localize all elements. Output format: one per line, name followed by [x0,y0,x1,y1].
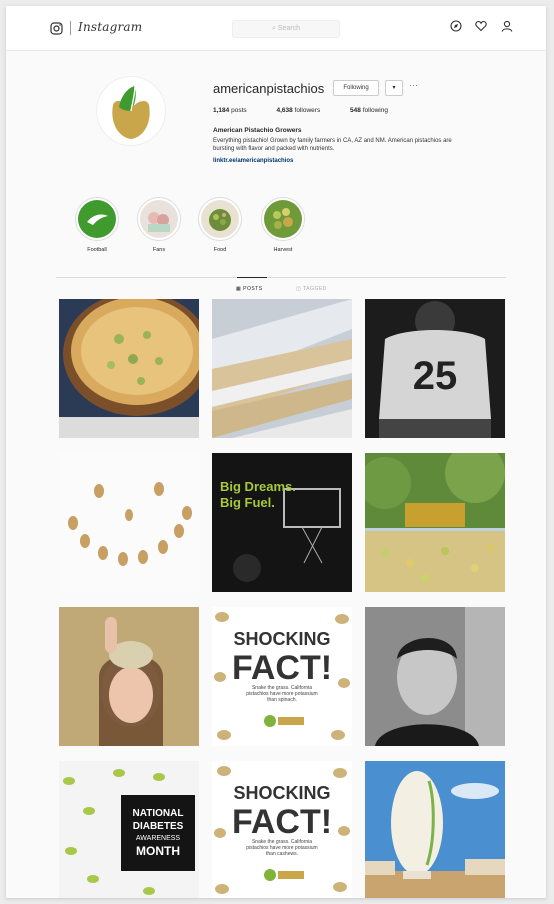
highlight-harvest[interactable]: Harvest [258,197,308,253]
profile-stats: 1,184 posts 4,638 followers 548 followin… [213,107,416,114]
search-input[interactable]: ⌕ Search [232,20,340,38]
big-dreams-text: Big Dreams. [220,479,296,494]
post-tile-woman[interactable] [59,607,199,746]
diabetes-awareness-graphic: NATIONAL DIABETES AWARENESS MONTH [59,761,199,898]
following-button[interactable]: Following [333,80,379,96]
pistachio-drying-photo [212,299,352,438]
fact-text: FACT! [232,649,332,687]
post-tile-diabetes[interactable]: NATIONAL DIABETES AWARENESS MONTH [59,761,199,898]
post-tile-shocking-fact-2[interactable]: SHOCKING FACT! Snake the grass. Californ… [212,761,352,898]
highlight-label: Football [87,247,107,253]
tab-posts[interactable]: ▦ POSTS [236,286,263,292]
nav-icons [450,20,522,38]
search-placeholder: Search [277,25,301,32]
orchard-harvest-photo [365,453,505,592]
big-fuel-text: Big Fuel. [220,495,275,510]
profile-link[interactable]: linktr.ee/americanpistachios [213,158,293,164]
diabetes-text: DIABETES [133,821,184,832]
fans-highlight-icon [140,200,178,238]
instagram-profile-page: Instagram ⌕ Search americanpistachios Fo… [6,6,546,898]
highlight-label: Fans [152,247,166,253]
followers-stat[interactable]: 4,638 followers [276,107,334,114]
food-highlight-icon [201,200,239,238]
shocking-fact-graphic-2: SHOCKING FACT! Snake the grass. Californ… [212,761,352,898]
shocking-fact-graphic: SHOCKING FACT! Snake the grass. Californ… [212,607,352,746]
tabs-divider [56,277,506,278]
fact-caption: Snake the grass. California pistachios h… [246,839,318,857]
profile-username: americanpistachios [213,81,325,96]
highlight-food[interactable]: Food [195,197,245,253]
tab-tagged[interactable]: ◫ TAGGED [296,286,327,292]
jersey-number: 25 [413,354,458,398]
search-icon: ⌕ [271,25,276,32]
highlight-label: Food [213,247,227,253]
fact-caption: Snake the grass. California pistachios h… [246,685,318,703]
camera-icon[interactable] [50,22,63,35]
pistachio-pie-photo [59,299,199,438]
football-highlight-icon [78,200,116,238]
tag-icon: ◫ [296,286,302,292]
football-player-photo: 25 [365,299,505,438]
post-tile-shocking-fact-1[interactable]: SHOCKING FACT! Snake the grass. Californ… [212,607,352,746]
post-tile-man-portrait[interactable] [365,607,505,746]
basketball-hoop-photo: Big Dreams. Big Fuel. [212,453,352,592]
more-options-button[interactable]: ··· [409,80,418,90]
profile-icon[interactable] [501,20,513,32]
man-portrait-photo [365,607,505,746]
instagram-logo[interactable]: Instagram [78,20,142,34]
profile-bio: Everything pistachio! Grown by family fa… [213,138,452,152]
harvest-highlight-icon [264,200,302,238]
highlight-fans[interactable]: Fans [134,197,184,253]
pistachio-smiley-photo [59,453,199,592]
profile-full-name: American Pistachio Growers [213,127,302,134]
month-text: MONTH [136,844,180,858]
heart-icon[interactable] [475,20,488,32]
posts-stat: 1,184 posts [213,107,247,114]
post-tile-harvest[interactable] [365,453,505,592]
top-nav: Instagram ⌕ Search [6,6,546,51]
woman-with-pistachios-photo [59,607,199,746]
suggested-dropdown-button[interactable]: ▾ [385,80,403,96]
post-tile-drying[interactable] [212,299,352,438]
shocking-text: SHOCKING [233,629,330,649]
grid-icon: ▦ [236,286,242,292]
shocking-text: SHOCKING [233,783,330,803]
fact-text: FACT! [232,803,332,841]
pistachio-logo-icon [112,85,150,139]
national-text: NATIONAL [133,808,184,819]
post-tile-pie[interactable] [59,299,199,438]
post-tile-big-dreams[interactable]: Big Dreams. Big Fuel. [212,453,352,592]
post-tile-giant-pistachio[interactable] [365,761,505,898]
highlight-label: Harvest [273,247,293,253]
post-tile-smiley[interactable] [59,453,199,592]
giant-pistachio-statue-photo [365,761,505,898]
awareness-text: AWARENESS [136,835,181,842]
post-tile-football-player[interactable]: 25 [365,299,505,438]
profile-avatar[interactable] [96,76,166,146]
nav-divider [70,21,71,35]
highlight-football[interactable]: Football [72,197,122,253]
compass-icon[interactable] [450,20,462,32]
active-tab-indicator [237,277,267,278]
following-stat[interactable]: 548 following [350,107,402,114]
